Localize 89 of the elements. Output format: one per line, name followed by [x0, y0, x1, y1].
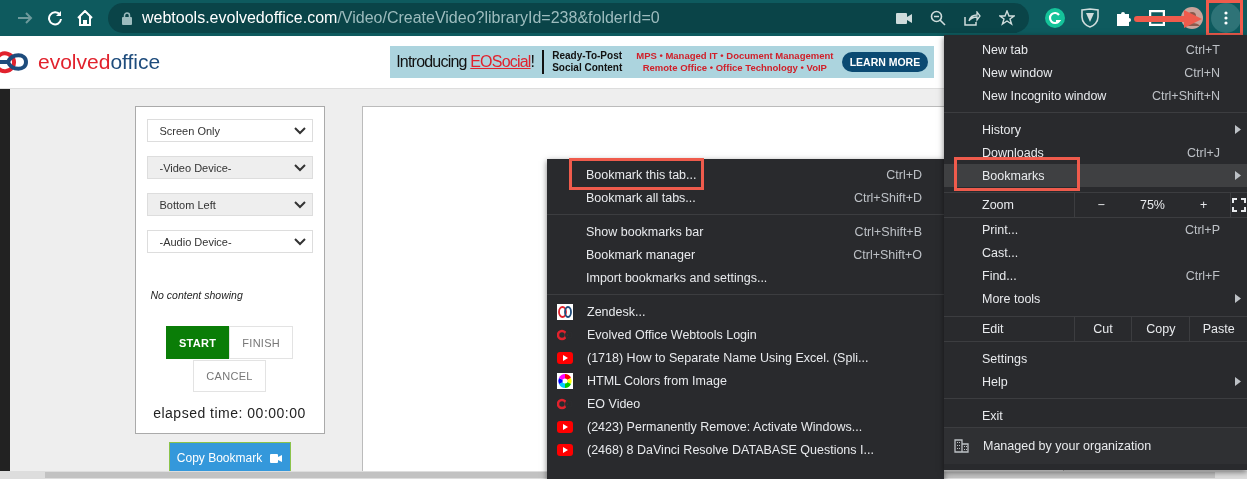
arrow-drawing [1134, 8, 1204, 30]
menu-item[interactable]: Import bookmarks and settings... [547, 266, 944, 289]
menu-item[interactable]: Find... Ctrl+F [944, 264, 1247, 287]
dropdown[interactable]: -Audio Device- [146, 230, 313, 253]
bookmark-item[interactable]: EO Video [547, 392, 944, 415]
submenu-arrow-icon [1235, 377, 1241, 386]
status-text: No content showing [150, 289, 244, 301]
ad-banner[interactable]: Introducing EOSocial! Ready-To-Post Social Content MPS • Managed IT • Document Management Remote Office • Office Technology • VoIP LEARN MORE [390, 46, 935, 78]
zoom-label: Zoom [981, 197, 1015, 214]
bookmark-item[interactable]: Evolved Office Webtools Login [547, 323, 944, 346]
zoom-out-icon[interactable] [930, 10, 946, 26]
camera-icon[interactable] [896, 12, 912, 24]
shortcut-text: Ctrl+J [1187, 145, 1220, 160]
edit-action[interactable]: Paste [1192, 322, 1245, 336]
shortcut-text: Ctrl+N [1184, 65, 1220, 80]
shortcut-text: Ctrl+T [1185, 42, 1220, 57]
edit-action[interactable]: Cut [1083, 322, 1123, 336]
banner-tagline: Social Content [552, 62, 623, 74]
menu-item[interactable]: Bookmarks [944, 164, 1247, 187]
shortcut-text: Ctrl+D [886, 167, 922, 182]
submenu-arrow-icon [1235, 171, 1241, 180]
start-button[interactable]: START [165, 326, 230, 359]
learn-more-button[interactable]: LEARN MORE [841, 52, 929, 72]
bookmark-item[interactable]: (1718) How to Separate Name Using Excel. (Spli... [547, 346, 944, 369]
puzzle-icon[interactable] [1115, 9, 1133, 27]
menu-item[interactable]: Settings [944, 347, 1247, 370]
play-icon [557, 443, 573, 456]
home-icon[interactable] [76, 10, 94, 26]
shield-icon[interactable] [1081, 8, 1099, 28]
menu-item[interactable]: New tab Ctrl+T [944, 38, 1247, 61]
menu-item[interactable]: More tools [944, 287, 1247, 310]
forward-icon[interactable] [17, 11, 33, 25]
menu-item[interactable]: Bookmark manager Ctrl+Shift+O [547, 243, 944, 266]
edit-action[interactable]: Copy [1136, 322, 1186, 336]
menu-item[interactable]: New window Ctrl+N [944, 61, 1247, 84]
video-camera-icon [270, 453, 283, 463]
bookmark-item[interactable]: (2468) 8 DaVinci Resolve DATABASE Questions I... [547, 438, 944, 461]
shortcut-text: Ctrl+Shift+N [1151, 88, 1220, 103]
submenu-arrow-icon [1235, 294, 1241, 303]
shortcut-text: Ctrl+F [1185, 268, 1220, 283]
g-circle-icon[interactable] [1045, 8, 1065, 28]
cancel-button[interactable]: CANCEL [193, 360, 266, 392]
logo-text: evolvedoffice [38, 50, 161, 74]
edit-label: Edit [981, 321, 1005, 338]
menu-item[interactable]: Show bookmarks bar Ctrl+Shift+B [547, 220, 944, 243]
zoom-out-button[interactable]: − [1087, 198, 1115, 212]
play-icon [557, 351, 573, 364]
color-wheel-icon [557, 372, 573, 389]
chevron-down-icon [293, 163, 306, 172]
fullscreen-icon[interactable] [1232, 198, 1246, 212]
zoom-in-button[interactable]: + [1190, 198, 1218, 212]
banner-services: MPS • Managed IT • Document Management [636, 50, 834, 62]
shortcut-text: Ctrl+Shift+O [853, 247, 922, 262]
bookmark-item[interactable]: (2423) Permanently Remove: Activate Windows... [547, 415, 944, 438]
shortcut-text: Ctrl+P [1184, 222, 1220, 237]
zoom-value: 75% [1139, 198, 1165, 212]
lock-icon [122, 11, 132, 25]
menu-item[interactable]: History [944, 118, 1247, 141]
banner-headline: Introducing EOSocial! [396, 53, 535, 71]
menu-item[interactable]: Bookmark all tabs... Ctrl+Shift+D [547, 186, 944, 209]
menu-item[interactable]: Cast... [944, 241, 1247, 264]
star-icon[interactable] [999, 10, 1015, 26]
bookmark-item[interactable]: HTML Colors from Image [547, 369, 944, 392]
menu-item[interactable]: Help [944, 370, 1247, 393]
logo-icon [557, 303, 573, 320]
menu-item[interactable]: New Incognito window Ctrl+Shift+N [944, 84, 1247, 107]
reload-icon[interactable] [47, 10, 63, 26]
share-icon[interactable] [964, 10, 981, 26]
elapsed-time: elapsed time: 00:00:00 [152, 405, 307, 421]
address-bar[interactable]: webtools.evolvedoffice.com/Video/CreateVideo?libraryId=238&folderId=0 [108, 3, 1029, 33]
menu-item[interactable]: Bookmark this tab... Ctrl+D [547, 163, 944, 186]
menu-item[interactable]: Print... Ctrl+P [944, 218, 1247, 241]
menu-item[interactable]: Exit [944, 404, 1247, 427]
banner-tagline: Ready-To-Post [552, 50, 623, 62]
chevron-down-icon [293, 126, 306, 135]
shortcut-text: Ctrl+Shift+B [854, 224, 922, 239]
bookmark-item[interactable]: Zendesk... [547, 300, 944, 323]
kebab-icon [1224, 11, 1228, 25]
submenu-arrow-icon [1235, 125, 1241, 134]
managed-notice[interactable]: Managed by your organization [944, 427, 1247, 464]
dropdown[interactable]: Screen Only [146, 119, 313, 142]
play-icon [557, 420, 573, 433]
building-icon [954, 439, 969, 453]
chevron-down-icon [293, 237, 306, 246]
shortcut-text: Ctrl+Shift+D [853, 190, 922, 205]
finish-button[interactable]: FINISH [229, 326, 294, 359]
menu-item[interactable]: Downloads Ctrl+J [944, 141, 1247, 164]
banner-services: Remote Office • Office Technology • VoIP [641, 62, 828, 74]
chevron-down-icon [293, 200, 306, 209]
